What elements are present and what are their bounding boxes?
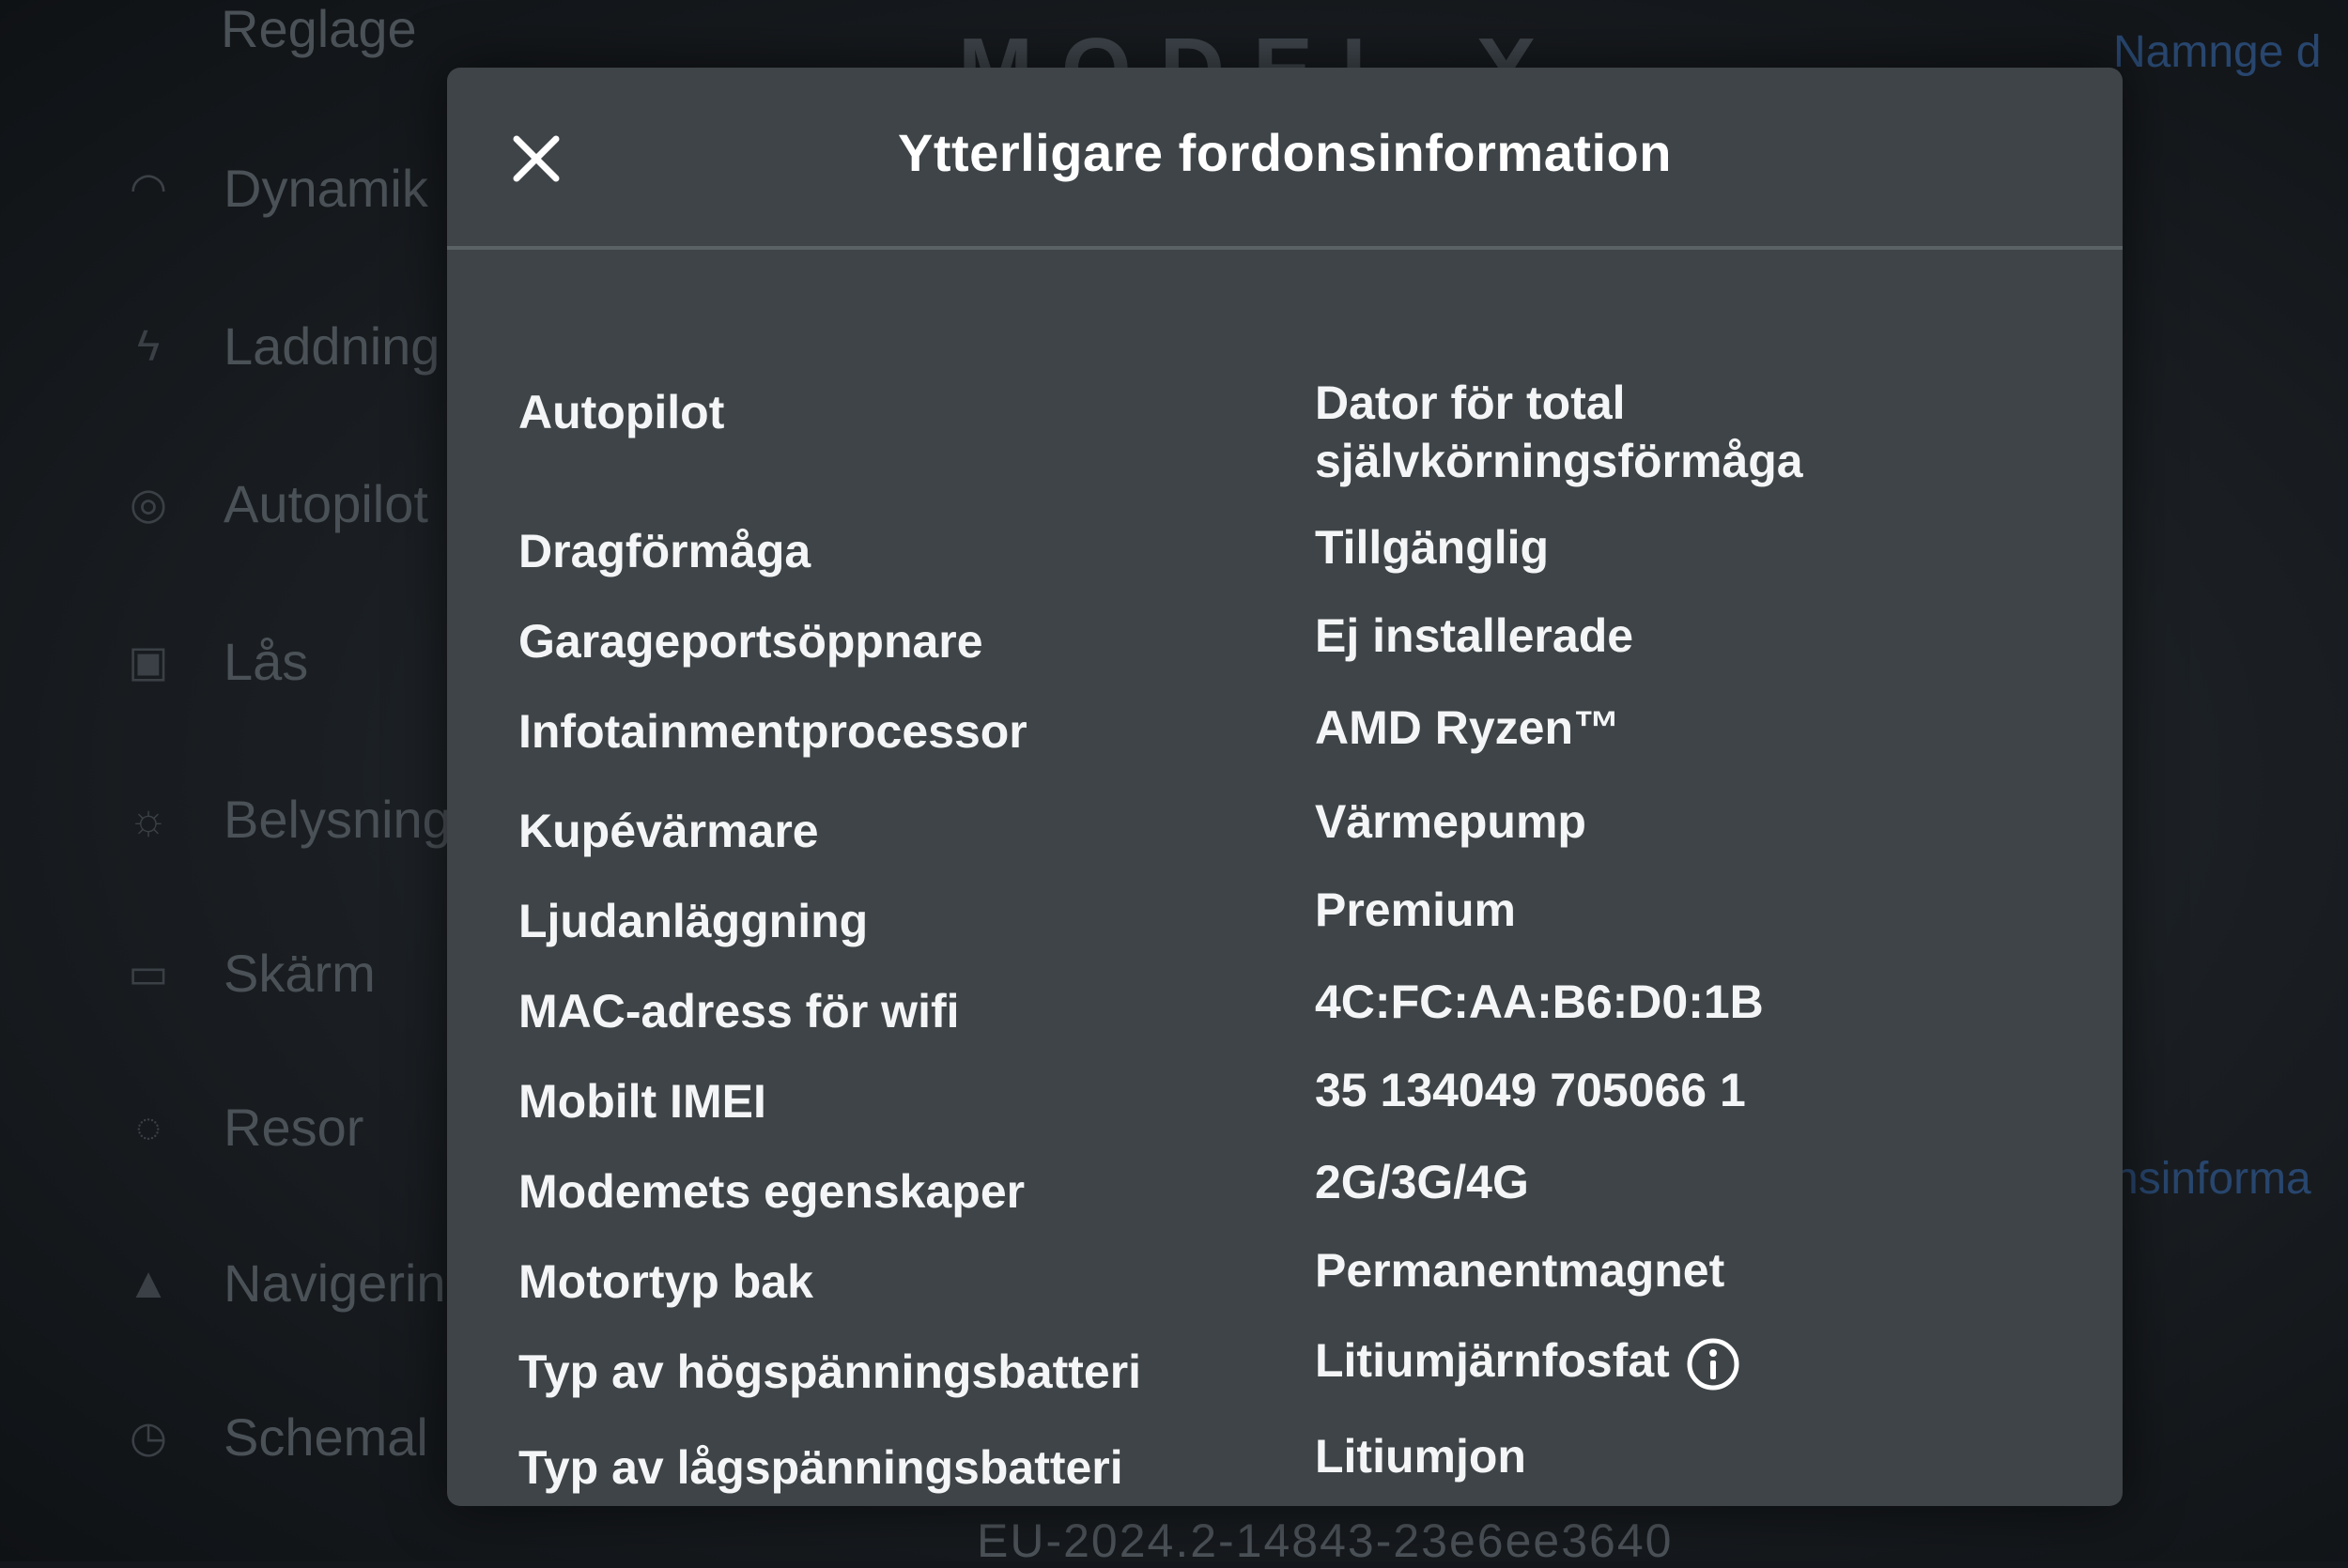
- info-label: Mobilt IMEI: [518, 1075, 766, 1128]
- info-value: Tillgänglig: [1315, 521, 1550, 574]
- firmware-version: EU-2024.2-14843-23e6ee3640: [977, 1514, 1674, 1567]
- trips-icon: ◌: [135, 1102, 162, 1151]
- sun-icon: ☼: [128, 794, 169, 843]
- sidebar-item-belysning[interactable]: ☼ Belysning: [122, 781, 452, 856]
- info-value: AMD Ryzen™: [1315, 701, 1621, 754]
- sidebar-item-label: Laddning: [224, 315, 440, 376]
- sidebar-item-autopilot[interactable]: ◎ Autopilot: [122, 466, 428, 541]
- sidebar-item-label: Reglage: [221, 0, 417, 58]
- rename-link[interactable]: Namnge d: [2113, 26, 2321, 78]
- vehicle-info-link[interactable]: nsinforma: [2113, 1153, 2311, 1205]
- sidebar-item-dynamik[interactable]: ◠ Dynamik: [122, 150, 428, 225]
- bolt-icon: ϟ: [136, 321, 161, 370]
- sidebar-item-label: Autopilot: [224, 473, 428, 533]
- info-value: 2G/3G/4G: [1315, 1156, 1529, 1208]
- info-icon[interactable]: [1685, 1336, 1741, 1392]
- dialog-title: Ytterligare fordonsinformation: [898, 123, 1672, 182]
- sidebar-item-label: Resor: [224, 1097, 364, 1157]
- info-label: Ljudanläggning: [518, 895, 869, 947]
- sidebar-item-label: Belysning: [224, 789, 452, 849]
- sidebar-item-las[interactable]: ▣ Lås: [122, 623, 308, 699]
- sidebar-item-label: Dynamik: [224, 158, 428, 218]
- info-value: Litiumjon: [1315, 1430, 1526, 1483]
- dialog-header: Ytterligare fordonsinformation: [447, 68, 2123, 250]
- steering-icon: ◠: [129, 163, 168, 212]
- info-label: Garageportsöppnare: [518, 615, 983, 668]
- info-value-line2: självkörningsförmåga: [1315, 435, 1803, 487]
- navigation-icon: ▲: [127, 1258, 170, 1307]
- info-value: Värmepump: [1315, 795, 1586, 848]
- info-value-text: Litiumjärnfosfat: [1315, 1334, 1670, 1387]
- info-label: Motortyp bak: [518, 1255, 813, 1308]
- sidebar-item-schemal[interactable]: ◷ Schemal: [122, 1399, 428, 1474]
- info-label: Dragförmåga: [518, 525, 811, 577]
- sidebar-item-label: Lås: [224, 631, 309, 691]
- sidebar-item-reglage[interactable]: Reglage: [221, 0, 417, 66]
- info-value: Litiumjärnfosfat: [1315, 1331, 1741, 1392]
- sidebar-item-label: Skärm: [224, 943, 376, 1003]
- info-label: Autopilot: [518, 386, 725, 438]
- info-value-line1: Dator för total: [1315, 377, 1626, 429]
- info-value: Dator för total självkörningsförmåga: [1315, 374, 1803, 490]
- clock-icon: ◷: [129, 1412, 168, 1461]
- info-value: Permanentmagnet: [1315, 1244, 1725, 1297]
- info-value: Ej installerade: [1315, 609, 1634, 662]
- lock-icon: ▣: [128, 637, 169, 685]
- sidebar-item-skarm[interactable]: ▭ Skärm: [122, 935, 376, 1010]
- sidebar-item-label: Schemal: [224, 1407, 428, 1467]
- info-label: Typ av lågspänningsbatteri: [518, 1441, 1123, 1494]
- sidebar-item-laddning[interactable]: ϟ Laddning: [122, 308, 440, 383]
- info-label: MAC-adress för wifi: [518, 985, 960, 1038]
- info-value: Premium: [1315, 884, 1516, 936]
- sidebar-item-resor[interactable]: ◌ Resor: [122, 1089, 363, 1164]
- settings-sidebar: Reglage ◠ Dynamik ϟ Laddning ◎ Autopilot…: [0, 0, 488, 1561]
- display-icon: ▭: [128, 948, 169, 997]
- info-label: Kupévärmare: [518, 805, 819, 857]
- info-value: 35 134049 705066 1: [1315, 1064, 1746, 1116]
- info-value: 4C:FC:AA:B6:D0:1B: [1315, 976, 1764, 1028]
- info-label: Modemets egenskaper: [518, 1165, 1026, 1218]
- info-label: Typ av högspänningsbatteri: [518, 1345, 1142, 1398]
- vehicle-info-dialog: Ytterligare fordonsinformation Autopilot…: [447, 68, 2123, 1506]
- info-label: Infotainmentprocessor: [518, 705, 1027, 758]
- sidebar-item-navigering[interactable]: ▲ Navigering: [122, 1245, 475, 1320]
- sidebar-item-label: Navigering: [224, 1253, 475, 1313]
- steering-wheel-icon: ◎: [129, 479, 168, 528]
